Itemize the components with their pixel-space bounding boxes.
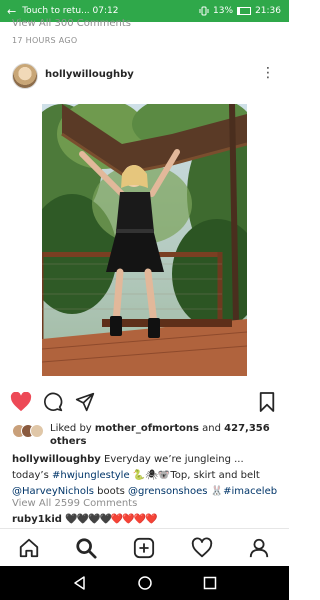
battery-percent: 13% bbox=[213, 6, 234, 16]
post-actions bbox=[0, 392, 289, 416]
return-to-call-text[interactable]: Touch to retu... 07:12 bbox=[22, 6, 118, 16]
profile-icon[interactable] bbox=[248, 537, 270, 559]
recents-icon[interactable] bbox=[202, 575, 218, 591]
hashtag-link[interactable]: #hwjunglestyle bbox=[52, 470, 130, 481]
mention-link[interactable]: @grensonshoes bbox=[128, 486, 207, 497]
avatar[interactable] bbox=[12, 63, 38, 89]
caption-username[interactable]: hollywilloughby bbox=[12, 454, 101, 465]
likes-count[interactable]: 427,356 bbox=[224, 423, 270, 434]
post-timestamp: 17 HOURS AGO bbox=[12, 36, 78, 45]
mention-link[interactable]: @HarveyNichols bbox=[12, 486, 94, 497]
home-circle-icon[interactable] bbox=[137, 575, 153, 591]
liked-and: and bbox=[199, 423, 225, 434]
like-heart-icon[interactable] bbox=[10, 392, 32, 412]
bottom-tab-bar bbox=[0, 528, 289, 567]
more-options-icon[interactable]: ⋮ bbox=[261, 66, 275, 80]
caption-text: boots bbox=[93, 486, 129, 497]
battery-icon bbox=[237, 7, 252, 15]
post-photo[interactable] bbox=[42, 104, 247, 376]
previous-post-comments-link[interactable]: View All 300 Comments bbox=[12, 18, 131, 29]
comment-text: 🖤🖤🖤🖤❤️❤️❤️❤️ bbox=[65, 514, 158, 525]
post-username[interactable]: hollywilloughby bbox=[45, 69, 134, 80]
caption-text: Top, skirt and belt bbox=[170, 470, 260, 481]
add-post-icon[interactable] bbox=[133, 537, 155, 559]
share-icon[interactable] bbox=[75, 392, 95, 412]
liker-avatars[interactable] bbox=[12, 424, 46, 438]
activity-heart-icon[interactable] bbox=[191, 537, 213, 559]
view-all-comments-link[interactable]: View All 2599 Comments bbox=[12, 498, 137, 509]
post-caption: hollywilloughby Everyday we’re jungleing… bbox=[12, 452, 282, 500]
likes-others[interactable]: others bbox=[50, 436, 86, 447]
liked-by-prefix: Liked by bbox=[50, 423, 95, 434]
home-icon[interactable] bbox=[18, 537, 40, 559]
clock: 21:36 bbox=[255, 6, 281, 16]
caption-text: 🐰 bbox=[207, 486, 224, 497]
system-navigation-bar bbox=[0, 566, 289, 600]
jungle-photo-illustration bbox=[42, 104, 247, 376]
comment-username[interactable]: ruby1kid bbox=[12, 514, 62, 525]
liked-by-user[interactable]: mother_ofmortons bbox=[95, 423, 199, 434]
comment-icon[interactable] bbox=[43, 392, 63, 412]
likes-text[interactable]: Liked by mother_ofmortons and 427,356 oth… bbox=[50, 422, 280, 448]
back-arrow-icon[interactable]: ← bbox=[7, 5, 16, 18]
hashtag-link[interactable]: #imaceleb bbox=[223, 486, 277, 497]
vibrate-icon bbox=[199, 6, 209, 16]
back-icon[interactable] bbox=[72, 575, 88, 591]
comment-row: ruby1kid 🖤🖤🖤🖤❤️❤️❤️❤️ bbox=[12, 514, 158, 525]
search-icon[interactable] bbox=[75, 537, 97, 559]
save-bookmark-icon[interactable] bbox=[258, 392, 276, 412]
post-header: hollywilloughby ⋮ bbox=[0, 60, 289, 92]
liker-avatar bbox=[30, 424, 44, 438]
caption-emojis: 🐍🕷🐨 bbox=[129, 470, 171, 481]
